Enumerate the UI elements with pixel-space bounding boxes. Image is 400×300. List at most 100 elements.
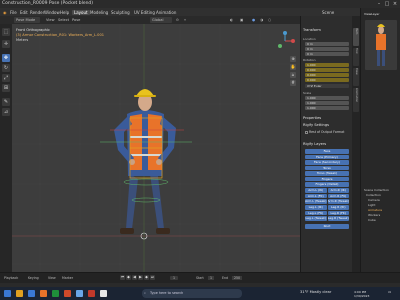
rigify-settings-title[interactable]: Rigify Settings <box>303 123 329 127</box>
tab-view[interactable]: View <box>353 68 359 86</box>
taskbar-date[interactable]: 1/30/2023 <box>354 294 369 298</box>
material-shading-icon[interactable]: ◑ <box>260 18 263 22</box>
layer-button-arm-r-fk[interactable]: Arm.R (FK) <box>327 193 349 198</box>
layer-button-leg-r-tweak[interactable]: Leg.R (Tweak) <box>327 216 349 221</box>
menu-edit[interactable]: Edit <box>20 10 28 15</box>
outliner-row-workers[interactable]: Workers <box>368 213 380 217</box>
solid-shading-icon[interactable]: ● <box>252 18 255 22</box>
menu-pose[interactable]: Pose <box>72 18 80 22</box>
layer-button-arm-r-ik[interactable]: Arm.R (IK) <box>327 188 349 193</box>
tab-uv-editing[interactable]: UV Editing <box>134 10 155 15</box>
transform-title[interactable]: Transform <box>303 28 321 32</box>
timeline-view-menu[interactable]: View <box>48 276 56 280</box>
layer-button-leg-r-fk[interactable]: Leg.R (FK) <box>327 210 349 215</box>
tab-modeling[interactable]: Modeling <box>90 10 108 15</box>
3d-viewport[interactable]: Front Orthographic (3) Armor Constructio… <box>12 24 300 272</box>
move-icon[interactable]: ✥ <box>2 54 10 62</box>
mail-app-icon[interactable] <box>76 290 83 297</box>
outliner-row-camera[interactable]: Camera <box>368 198 380 202</box>
layer-button-face-primary[interactable]: Face (Primary) <box>305 154 349 159</box>
rotation-z-field[interactable]: 0.000 <box>305 78 349 82</box>
navigation-gizmo[interactable] <box>274 30 296 52</box>
layer-button-arm-l-tweak[interactable]: Arm.L (Tweak) <box>305 199 327 204</box>
tab-tool[interactable]: Tool <box>353 48 359 66</box>
prev-keyframe-icon[interactable]: ◆ <box>126 275 131 280</box>
tab-animation[interactable]: Animation <box>353 88 359 112</box>
tab-sculpting[interactable]: Sculpting <box>111 10 130 15</box>
properties-title[interactable]: Properties <box>303 116 321 120</box>
outliner-row-cube[interactable]: Cube <box>368 218 376 222</box>
tab-layout[interactable]: Layout <box>72 9 90 15</box>
layer-button-root[interactable]: Root <box>305 224 349 229</box>
orientation-dropdown[interactable]: Global <box>150 17 172 23</box>
measure-icon[interactable]: ⊿ <box>2 108 10 116</box>
jump-end-icon[interactable]: ⏭ <box>150 275 155 280</box>
play-icon[interactable]: ▶ <box>138 275 143 280</box>
media-app-icon[interactable] <box>64 290 71 297</box>
next-keyframe-icon[interactable]: ◆ <box>144 275 149 280</box>
maximize-icon[interactable]: □ <box>384 1 390 7</box>
rendered-shading-icon[interactable]: ○ <box>268 18 271 22</box>
blender-app-icon[interactable] <box>40 290 47 297</box>
scale-x-field[interactable]: 1.000 <box>305 96 349 100</box>
scale-icon[interactable]: ⤢ <box>2 74 10 82</box>
select-box-icon[interactable]: ⬚ <box>2 28 10 36</box>
xray-icon[interactable]: ▣ <box>240 18 243 22</box>
snap-icon[interactable]: ⌖ <box>184 18 186 22</box>
notes-app-icon[interactable] <box>100 290 107 297</box>
spreadsheet-app-icon[interactable] <box>52 290 59 297</box>
rigify-layers-title[interactable]: Rigify Layers <box>303 142 326 146</box>
menu-file[interactable]: File <box>10 10 17 15</box>
record-app-icon[interactable] <box>88 290 95 297</box>
show-rig-settings-checkbox[interactable]: Rest of Output Format <box>305 130 344 134</box>
taskbar-search-input[interactable]: ⌕ Type here to search <box>142 289 242 298</box>
rotation-y-field[interactable]: 0.000 <box>305 73 349 77</box>
scale-y-field[interactable]: 1.000 <box>305 101 349 105</box>
rotation-w-field[interactable]: 1.000 <box>305 63 349 67</box>
layer-button-arm-l-ik[interactable]: Arm.L (IK) <box>305 188 327 193</box>
current-frame-field[interactable]: 1 <box>170 276 179 280</box>
layer-button-leg-l-tweak[interactable]: Leg.L (Tweak) <box>305 216 327 221</box>
outliner-row-light[interactable]: Light <box>368 203 376 207</box>
rotation-x-field[interactable]: 0.000 <box>305 68 349 72</box>
menu-select[interactable]: Select <box>58 18 69 22</box>
layer-button-arm-l-fk[interactable]: Arm.L (FK) <box>305 193 327 198</box>
notification-icon[interactable]: ▭ <box>388 290 391 294</box>
menu-render[interactable]: Render <box>30 10 44 15</box>
outliner-row-collection[interactable]: Collection <box>366 193 381 197</box>
minimize-icon[interactable]: – <box>376 1 382 7</box>
play-reverse-icon[interactable]: ◀ <box>132 275 137 280</box>
layer-button-torso-tweak[interactable]: Torso (Tweak) <box>305 171 349 176</box>
timeline-keying-menu[interactable]: Keying <box>28 276 39 280</box>
menu-view[interactable]: View <box>46 18 55 22</box>
layer-button-fingers-detail[interactable]: Fingers (Detail) <box>305 182 349 187</box>
tab-item[interactable]: Item <box>353 28 359 46</box>
outliner-row-scene-collection[interactable]: Scene Collection <box>364 188 389 192</box>
jump-start-icon[interactable]: ⏮ <box>120 275 125 280</box>
location-z-field[interactable]: 0 m <box>305 52 349 56</box>
overlay-icon[interactable]: ◐ <box>230 18 233 22</box>
layer-button-torso[interactable]: Torso <box>305 165 349 170</box>
location-y-field[interactable]: 0 m <box>305 47 349 51</box>
layer-button-face[interactable]: Face <box>305 149 349 154</box>
start-frame-field[interactable]: 1 <box>208 276 215 280</box>
close-icon[interactable]: × <box>392 1 398 7</box>
rotate-icon[interactable]: ↻ <box>2 64 10 72</box>
weather-widget[interactable]: 31°F Mostly clear <box>300 290 331 294</box>
layer-button-leg-l-ik[interactable]: Leg.L (IK) <box>305 205 327 210</box>
layer-button-fingers[interactable]: Fingers <box>305 176 349 181</box>
pan-hand-icon[interactable]: ✋ <box>290 64 296 70</box>
layer-button-leg-r-ik[interactable]: Leg.R (IK) <box>327 205 349 210</box>
camera-icon[interactable]: ⌂ <box>290 72 296 78</box>
pivot-icon[interactable]: ⊙ <box>176 18 179 22</box>
timeline-playback-menu[interactable]: Playback <box>4 276 18 280</box>
zoom-icon[interactable]: ⊕ <box>290 56 296 62</box>
cursor-icon[interactable]: ✛ <box>2 40 10 48</box>
grid-icon[interactable]: # <box>290 80 296 86</box>
tab-animation[interactable]: Animation <box>156 10 176 15</box>
menu-help[interactable]: Help <box>60 10 69 15</box>
layer-button-arm-r-tweak[interactable]: Arm.R (Tweak) <box>327 199 349 204</box>
transform-icon[interactable]: ⊞ <box>2 84 10 92</box>
annotate-icon[interactable]: ✎ <box>2 98 10 106</box>
menu-window[interactable]: Window <box>44 10 60 15</box>
